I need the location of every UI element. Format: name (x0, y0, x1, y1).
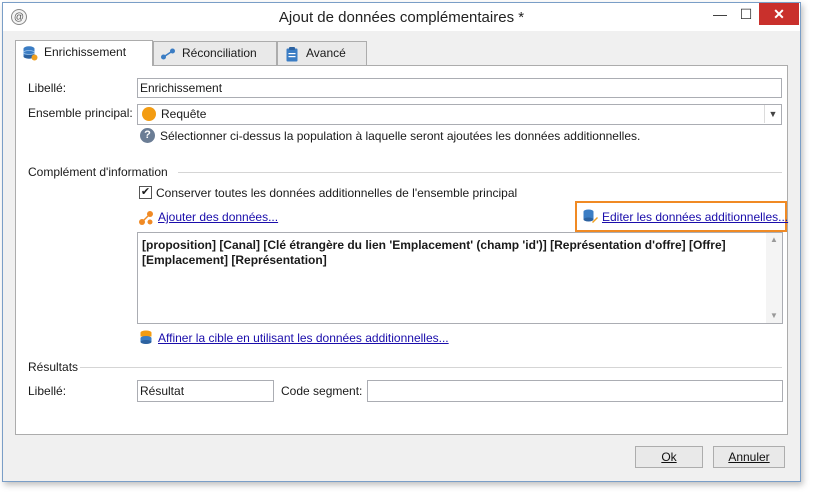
help-icon: ? (140, 128, 155, 143)
enrichment-panel: Libellé: Enrichissement Ensemble princip… (15, 65, 788, 435)
add-data-icon (139, 211, 153, 225)
query-icon (142, 106, 156, 121)
result-libelle-label: Libellé: (28, 384, 67, 398)
results-section-title: Résultats (28, 360, 79, 374)
link-nodes-icon (161, 48, 175, 60)
additional-data-list[interactable]: [proposition] [Canal] [Clé étrangère du … (137, 232, 783, 324)
refine-target-icon (140, 330, 152, 344)
cancel-button[interactable]: Annuler (713, 446, 785, 468)
tab-label: Réconciliation (182, 46, 257, 60)
add-data-link[interactable]: Ajouter des données... (158, 210, 278, 224)
database-gear-icon (23, 46, 38, 61)
complement-section-title: Complément d'information (28, 165, 168, 179)
section-divider (80, 367, 782, 368)
tab-enrichissement[interactable]: Enrichissement (15, 40, 153, 66)
ensemble-select[interactable]: Requête ▼ (137, 104, 782, 125)
edit-database-icon (583, 209, 598, 223)
libelle-label: Libellé: (28, 81, 67, 95)
clipboard-icon (286, 46, 298, 62)
libelle-field[interactable]: Enrichissement (137, 78, 782, 98)
title-bar: @ Ajout de données complémentaires * — ☐… (3, 3, 800, 31)
ok-button[interactable]: Ok (635, 446, 703, 468)
segment-code-label: Code segment: (281, 384, 363, 398)
segment-code-field[interactable] (367, 380, 783, 402)
scrollbar[interactable]: ▲ ▼ (766, 233, 782, 323)
tab-label: Avancé (306, 46, 346, 60)
dialog-window: @ Ajout de données complémentaires * — ☐… (2, 2, 801, 482)
keep-data-label: Conserver toutes les données additionnel… (156, 186, 518, 200)
ok-button-label: Ok (661, 450, 677, 464)
keep-data-checkbox[interactable]: ✔ (139, 186, 152, 199)
result-libelle-field[interactable]: Résultat (137, 380, 274, 402)
additional-data-text: [proposition] [Canal] [Clé étrangère du … (142, 238, 726, 267)
scroll-down-icon[interactable]: ▼ (766, 309, 782, 323)
ensemble-help-text: Sélectionner ci-dessus la population à l… (160, 129, 641, 143)
cancel-button-label: Annuler (728, 450, 770, 464)
close-icon[interactable]: ✕ (759, 3, 799, 25)
ensemble-label: Ensemble principal: (28, 106, 133, 120)
window-title: Ajout de données complémentaires * (278, 9, 525, 26)
tab-reconciliation[interactable]: Réconciliation (153, 41, 277, 65)
section-divider (178, 172, 782, 173)
tab-label: Enrichissement (44, 45, 127, 59)
chevron-down-icon[interactable]: ▼ (764, 105, 781, 123)
minimize-icon[interactable]: — (707, 3, 733, 25)
edit-data-link[interactable]: Editer les données additionnelles... (602, 210, 788, 224)
tab-avance[interactable]: Avancé (277, 41, 367, 65)
scroll-up-icon[interactable]: ▲ (766, 233, 782, 247)
ensemble-value: Requête (161, 107, 207, 121)
refine-target-link[interactable]: Affiner la cible en utilisant les donnée… (158, 331, 449, 345)
maximize-icon[interactable]: ☐ (733, 3, 759, 25)
